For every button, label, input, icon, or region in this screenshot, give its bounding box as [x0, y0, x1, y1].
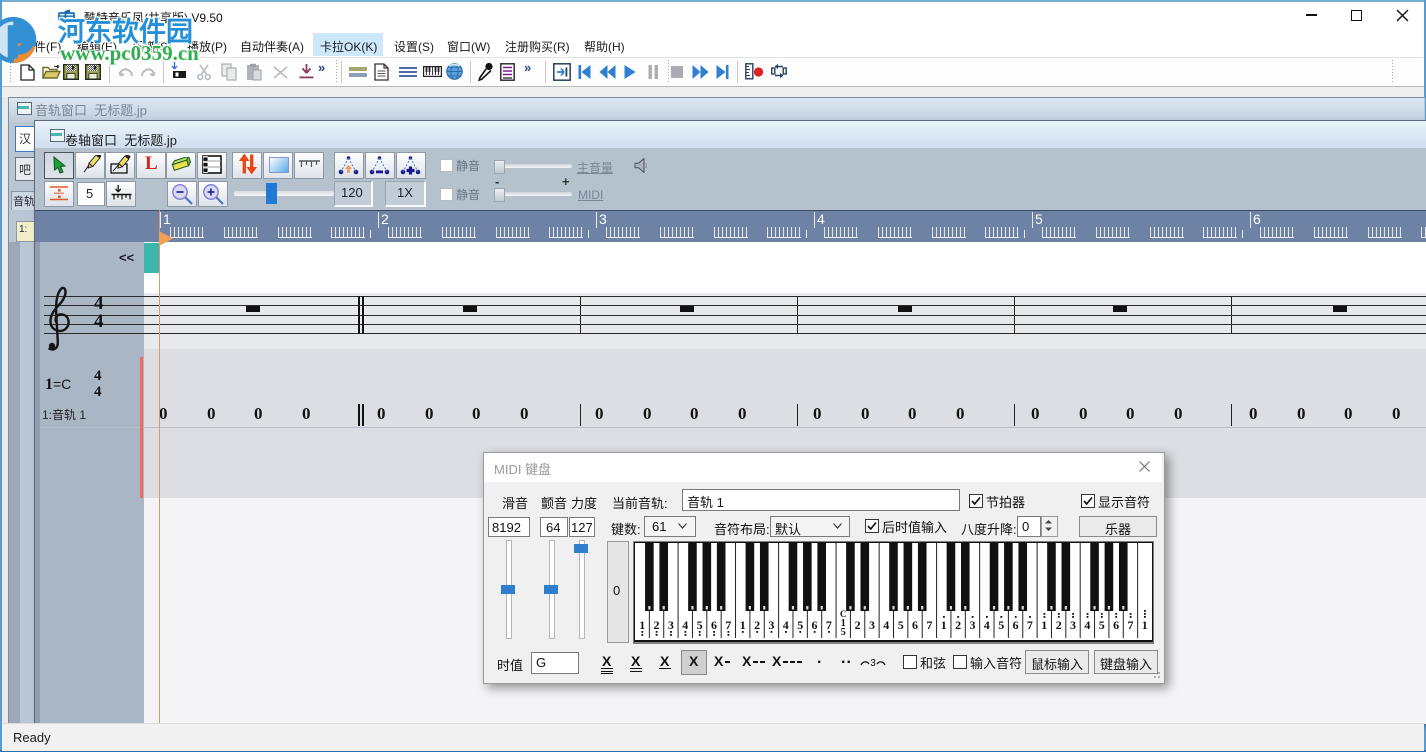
svg-text:5: 5 [898, 618, 904, 632]
svg-text:6: 6 [812, 618, 818, 632]
svg-text:7: 7 [1027, 618, 1033, 632]
svg-text:3: 3 [768, 618, 774, 632]
svg-text:2: 2 [754, 618, 760, 632]
svg-text:6: 6 [1113, 618, 1119, 632]
svg-text:1: 1 [1041, 618, 1047, 632]
svg-text:2: 2 [955, 618, 961, 632]
svg-text:3: 3 [970, 618, 976, 632]
svg-text:7: 7 [1128, 618, 1134, 632]
svg-text:1: 1 [639, 618, 645, 632]
svg-text:6: 6 [1013, 618, 1019, 632]
svg-text:1: 1 [740, 618, 746, 632]
svg-text:7: 7 [826, 618, 832, 632]
svg-text:5: 5 [697, 618, 703, 632]
svg-text:5: 5 [998, 618, 1004, 632]
svg-text:7: 7 [725, 618, 731, 632]
svg-text:6: 6 [912, 618, 918, 632]
svg-text:3: 3 [1070, 618, 1076, 632]
svg-text:5: 5 [1099, 618, 1105, 632]
svg-text:2: 2 [855, 618, 861, 632]
svg-text:2: 2 [654, 618, 660, 632]
svg-text:6: 6 [711, 618, 717, 632]
svg-text:1: 1 [941, 618, 947, 632]
svg-text:1: 1 [1142, 618, 1148, 632]
svg-text:4: 4 [783, 618, 789, 632]
svg-text:4: 4 [883, 618, 889, 632]
svg-text:2: 2 [1056, 618, 1062, 632]
svg-text:3: 3 [870, 658, 876, 668]
svg-text:5: 5 [841, 627, 846, 638]
svg-text:4: 4 [1084, 618, 1090, 632]
svg-text:3: 3 [869, 618, 875, 632]
svg-text:4: 4 [682, 618, 688, 632]
svg-text:3: 3 [668, 618, 674, 632]
svg-text:7: 7 [926, 618, 932, 632]
svg-text:4: 4 [984, 618, 990, 632]
svg-text:5: 5 [797, 618, 803, 632]
